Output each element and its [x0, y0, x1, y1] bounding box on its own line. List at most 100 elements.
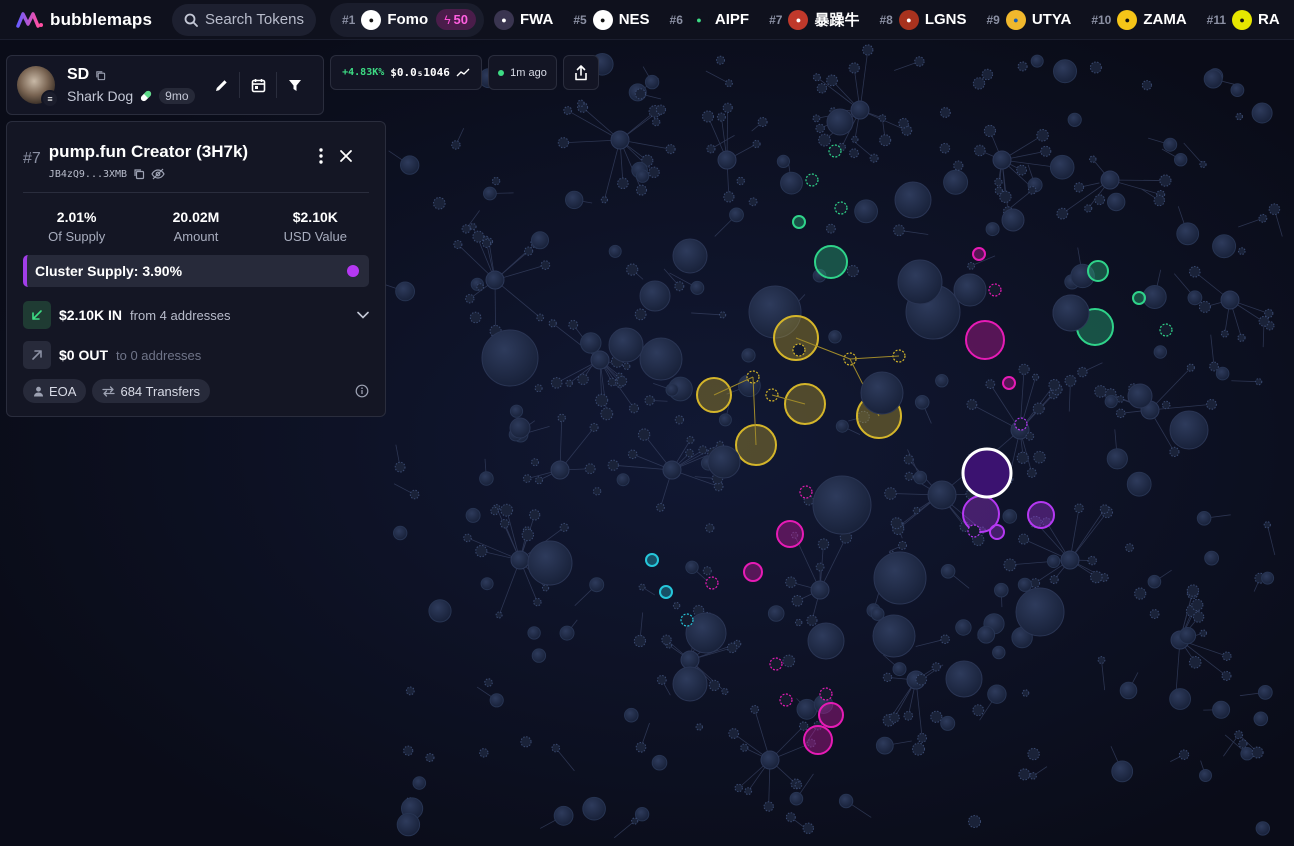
trending-token-item[interactable]: #9 ● UTYA: [976, 0, 1081, 40]
holder-bubble[interactable]: [1116, 395, 1125, 403]
holder-bubble[interactable]: [935, 374, 949, 388]
holder-bubble[interactable]: [592, 487, 602, 496]
small-holder-bubble[interactable]: [974, 144, 986, 157]
holder-bubble[interactable]: [405, 686, 415, 696]
holder-bubble[interactable]: [860, 371, 904, 415]
holder-bubble[interactable]: [1203, 69, 1223, 89]
small-holder-bubble[interactable]: [734, 783, 743, 793]
small-holder-bubble[interactable]: [763, 801, 774, 812]
holder-bubble[interactable]: [736, 176, 745, 186]
holder-bubble[interactable]: [967, 262, 975, 270]
holder-bubble[interactable]: [509, 404, 524, 418]
price-chip[interactable]: +4.83K% $0.0₅1046: [330, 55, 482, 90]
small-holder-bubble[interactable]: [726, 642, 738, 654]
cyan-cluster-bubble[interactable]: [659, 585, 673, 599]
small-holder-bubble[interactable]: [1189, 266, 1201, 278]
small-holder-bubble[interactable]: [889, 712, 900, 723]
small-holder-bubble[interactable]: [1220, 329, 1229, 338]
trending-token-item[interactable]: #6 ● AIPF: [660, 0, 760, 40]
hub-bubble[interactable]: [510, 550, 530, 570]
holder-bubble[interactable]: [1097, 656, 1106, 664]
holder-bubble[interactable]: [690, 280, 705, 295]
filter-button[interactable]: [277, 67, 313, 103]
holder-bubble[interactable]: [489, 693, 504, 708]
small-holder-bubble[interactable]: [565, 379, 573, 387]
holder-bubble[interactable]: [828, 330, 842, 344]
small-holder-bubble[interactable]: [1237, 333, 1246, 342]
holder-bubble[interactable]: [1209, 361, 1219, 372]
large-holder-bubble[interactable]: [1001, 208, 1025, 232]
small-holder-bubble[interactable]: [994, 177, 1003, 187]
holder-bubble[interactable]: [616, 473, 630, 487]
small-holder-bubble[interactable]: [728, 728, 740, 739]
small-holder-bubble[interactable]: [1049, 575, 1059, 585]
small-holder-bubble[interactable]: [469, 223, 477, 231]
holder-bubble[interactable]: [838, 793, 854, 809]
holder-bubble[interactable]: [633, 634, 647, 648]
holder-bubble[interactable]: [665, 383, 679, 397]
small-holder-bubble[interactable]: [812, 114, 821, 123]
holder-bubble[interactable]: [433, 197, 446, 210]
holder-bubble[interactable]: [1027, 186, 1037, 195]
small-holder-bubble[interactable]: [1030, 578, 1041, 589]
small-holder-bubble[interactable]: [563, 106, 573, 115]
holder-bubble[interactable]: [915, 673, 928, 686]
holder-bubble[interactable]: [472, 230, 485, 243]
eye-off-icon[interactable]: [151, 168, 165, 180]
small-holder-bubble[interactable]: [862, 44, 874, 56]
large-holder-bubble[interactable]: [945, 660, 983, 698]
holder-bubble[interactable]: [465, 507, 481, 523]
holder-bubble[interactable]: [479, 471, 494, 486]
holder-bubble[interactable]: [634, 88, 647, 100]
holder-bubble[interactable]: [559, 625, 575, 641]
small-holder-bubble[interactable]: [785, 576, 797, 588]
holder-bubble[interactable]: [1199, 769, 1212, 782]
purple-cluster-bubble[interactable]: [967, 524, 981, 538]
small-holder-bubble[interactable]: [500, 503, 514, 517]
large-holder-bubble[interactable]: [639, 280, 671, 312]
large-holder-bubble[interactable]: [826, 108, 854, 136]
green-cluster-bubble[interactable]: [792, 215, 806, 229]
small-holder-bubble[interactable]: [903, 454, 914, 465]
holder-bubble[interactable]: [741, 348, 756, 363]
holder-bubble[interactable]: [892, 662, 907, 677]
holder-bubble[interactable]: [940, 107, 951, 118]
hub-bubble[interactable]: [760, 750, 780, 770]
holder-bubble[interactable]: [476, 283, 485, 291]
holder-bubble[interactable]: [1212, 700, 1231, 719]
holder-bubble[interactable]: [914, 56, 925, 67]
small-holder-bubble[interactable]: [878, 114, 887, 122]
small-holder-bubble[interactable]: [791, 595, 804, 607]
holder-bubble[interactable]: [1255, 821, 1271, 836]
holder-bubble[interactable]: [1230, 83, 1245, 97]
green-cluster-bubble[interactable]: [1087, 260, 1109, 282]
trending-token-item[interactable]: #11 ● RA: [1197, 0, 1290, 40]
holder-bubble[interactable]: [968, 815, 981, 828]
small-holder-bubble[interactable]: [723, 191, 735, 203]
holder-bubble[interactable]: [1073, 182, 1085, 193]
holder-bubble[interactable]: [461, 224, 471, 234]
holder-bubble[interactable]: [1261, 571, 1275, 585]
small-holder-bubble[interactable]: [595, 393, 609, 407]
holder-bubble[interactable]: [977, 625, 996, 644]
small-holder-bubble[interactable]: [636, 184, 647, 196]
small-holder-bubble[interactable]: [1186, 584, 1200, 597]
holder-bubble[interactable]: [577, 373, 589, 385]
holder-bubble[interactable]: [1255, 378, 1263, 386]
holder-bubble[interactable]: [1016, 451, 1029, 464]
holder-bubble[interactable]: [776, 154, 791, 168]
small-holder-bubble[interactable]: [1115, 408, 1126, 419]
brand-logo[interactable]: bubblemaps: [0, 10, 166, 30]
token-avatar[interactable]: ≡: [17, 66, 59, 108]
trending-token-item[interactable]: #5 ● NES: [563, 0, 659, 40]
small-holder-bubble[interactable]: [665, 144, 676, 155]
holder-bubble[interactable]: [939, 142, 951, 154]
holder-bubble[interactable]: [651, 754, 668, 771]
holder-bubble[interactable]: [483, 186, 497, 201]
large-holder-bubble[interactable]: [672, 238, 708, 274]
hub-bubble[interactable]: [680, 650, 700, 670]
small-holder-bubble[interactable]: [1192, 611, 1205, 623]
small-holder-bubble[interactable]: [740, 743, 749, 752]
small-holder-bubble[interactable]: [648, 166, 660, 179]
small-holder-bubble[interactable]: [529, 509, 541, 521]
